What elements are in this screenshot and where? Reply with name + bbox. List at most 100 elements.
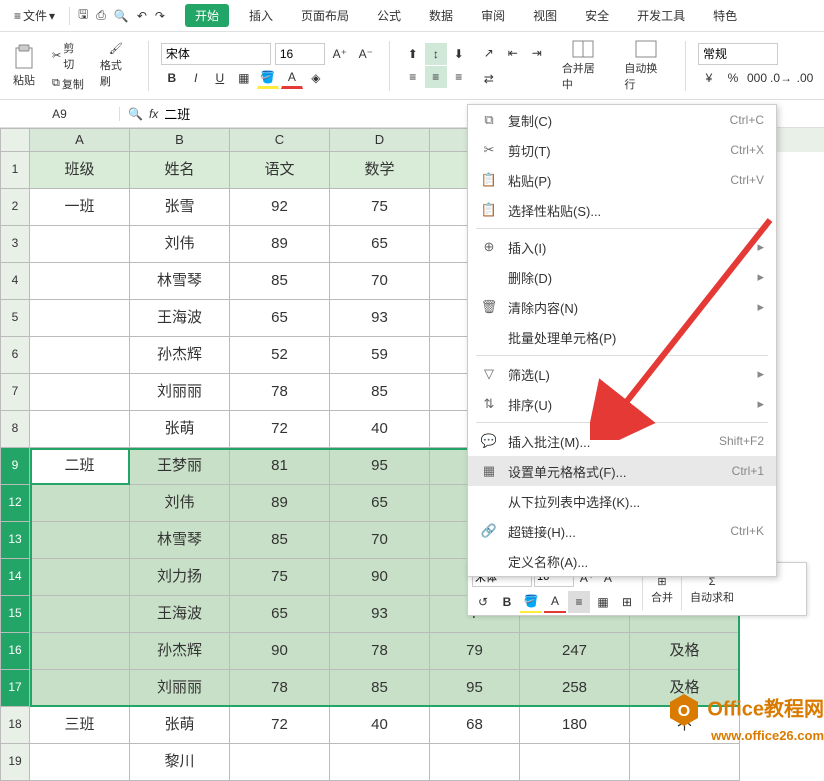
cell[interactable]: 65 xyxy=(230,596,330,633)
column-header-C[interactable]: C xyxy=(230,128,330,152)
cell[interactable]: 张雪 xyxy=(130,189,230,226)
row-header[interactable]: 19 xyxy=(0,744,30,781)
menu-item[interactable]: ▽筛选(L)▸ xyxy=(468,359,776,389)
cell[interactable]: 王海波 xyxy=(130,596,230,633)
tab-data[interactable]: 数据 xyxy=(421,3,461,28)
cell[interactable]: 刘伟 xyxy=(130,485,230,522)
cell[interactable] xyxy=(30,670,130,707)
menu-item[interactable]: 📋选择性粘贴(S)... xyxy=(468,195,776,225)
cell[interactable] xyxy=(30,226,130,263)
cell[interactable]: 258 xyxy=(520,670,630,707)
cell[interactable]: 93 xyxy=(330,596,430,633)
cell[interactable] xyxy=(230,744,330,781)
tab-view[interactable]: 视图 xyxy=(525,3,565,28)
wrap-text-button[interactable]: 自动换行 xyxy=(618,38,673,94)
cell[interactable]: 孙杰辉 xyxy=(130,633,230,670)
mini-merge-button[interactable]: ⊞ 合并 xyxy=(647,575,677,605)
cell[interactable] xyxy=(30,374,130,411)
cell[interactable] xyxy=(30,337,130,374)
cell[interactable]: 数学 xyxy=(330,152,430,189)
menu-item[interactable]: 定义名称(A)... xyxy=(468,546,776,576)
cell[interactable]: 90 xyxy=(230,633,330,670)
cell[interactable]: 孙杰辉 xyxy=(130,337,230,374)
cell[interactable]: 班级 xyxy=(30,152,130,189)
cell[interactable] xyxy=(30,300,130,337)
tab-layout[interactable]: 页面布局 xyxy=(293,3,357,28)
cell[interactable] xyxy=(30,411,130,448)
cell[interactable]: 90 xyxy=(330,559,430,596)
cell[interactable] xyxy=(30,522,130,559)
cell[interactable]: 65 xyxy=(330,226,430,263)
cell[interactable]: 语文 xyxy=(230,152,330,189)
tab-home[interactable]: 开始 xyxy=(185,4,229,27)
cell[interactable]: 及格 xyxy=(630,633,740,670)
tab-developer[interactable]: 开发工具 xyxy=(629,3,693,28)
cell[interactable]: 95 xyxy=(330,448,430,485)
cell[interactable]: 刘丽丽 xyxy=(130,670,230,707)
cell[interactable]: 85 xyxy=(330,374,430,411)
cell[interactable]: 85 xyxy=(230,263,330,300)
paste-button[interactable]: 粘贴 xyxy=(8,40,40,92)
row-header[interactable]: 2 xyxy=(0,189,30,226)
select-all-corner[interactable] xyxy=(0,128,30,152)
print-icon[interactable]: ⎙ xyxy=(96,8,106,23)
cell[interactable]: 81 xyxy=(230,448,330,485)
undo-icon[interactable]: ↶ xyxy=(137,9,147,23)
name-box[interactable]: A9 xyxy=(0,107,120,121)
align-middle-button[interactable]: ↕ xyxy=(425,43,447,65)
preview-icon[interactable]: 🔍 xyxy=(114,9,129,23)
column-header-A[interactable]: A xyxy=(30,128,130,152)
cell[interactable] xyxy=(30,744,130,781)
align-center-button[interactable]: ≡ xyxy=(425,66,447,88)
mini-reset[interactable]: ↺ xyxy=(472,591,494,613)
cell[interactable]: 78 xyxy=(230,374,330,411)
orientation-button[interactable]: ↗ xyxy=(478,42,500,64)
cell[interactable]: 黎川 xyxy=(130,744,230,781)
cell[interactable]: 张萌 xyxy=(130,411,230,448)
cell[interactable]: 姓名 xyxy=(130,152,230,189)
increase-indent-button[interactable]: ⇥ xyxy=(526,42,548,64)
cell[interactable] xyxy=(30,485,130,522)
cell[interactable]: 65 xyxy=(230,300,330,337)
cell[interactable]: 78 xyxy=(330,633,430,670)
cell[interactable]: 75 xyxy=(230,559,330,596)
fill-color-button[interactable]: 🪣 xyxy=(257,67,279,89)
row-header[interactable]: 9 xyxy=(0,448,30,485)
cell[interactable]: 三班 xyxy=(30,707,130,744)
menu-item[interactable]: ⧉复制(C)Ctrl+C xyxy=(468,105,776,135)
row-header[interactable]: 8 xyxy=(0,411,30,448)
cell[interactable]: 75 xyxy=(330,189,430,226)
cell[interactable] xyxy=(520,744,630,781)
cell[interactable]: 79 xyxy=(430,633,520,670)
menu-item[interactable]: 批量处理单元格(P) xyxy=(468,322,776,352)
align-bottom-button[interactable]: ⬇ xyxy=(448,43,470,65)
row-header[interactable]: 7 xyxy=(0,374,30,411)
menu-item[interactable]: 📋粘贴(P)Ctrl+V xyxy=(468,165,776,195)
cell[interactable]: 一班 xyxy=(30,189,130,226)
cell[interactable]: 林雪琴 xyxy=(130,263,230,300)
increase-font-button[interactable]: A⁺ xyxy=(329,43,351,65)
cell[interactable]: 70 xyxy=(330,263,430,300)
font-size-combo[interactable] xyxy=(275,43,325,65)
cell[interactable]: 王海波 xyxy=(130,300,230,337)
number-format-combo[interactable] xyxy=(698,43,778,65)
copy-button[interactable]: ⧉复制 xyxy=(48,75,88,93)
menu-item[interactable]: ▦设置单元格格式(F)...Ctrl+1 xyxy=(468,456,776,486)
mini-autosum-button[interactable]: Σ 自动求和 xyxy=(686,576,738,605)
style-button[interactable]: ◈ xyxy=(305,67,327,89)
cell[interactable] xyxy=(30,263,130,300)
cell[interactable]: 59 xyxy=(330,337,430,374)
mini-border[interactable]: ▦ xyxy=(592,591,614,613)
cell[interactable]: 68 xyxy=(430,707,520,744)
font-name-combo[interactable] xyxy=(161,43,271,65)
align-left-button[interactable]: ≡ xyxy=(402,66,424,88)
italic-button[interactable]: I xyxy=(185,67,207,89)
cell[interactable]: 刘伟 xyxy=(130,226,230,263)
cell[interactable]: 93 xyxy=(330,300,430,337)
cell[interactable] xyxy=(330,744,430,781)
cell[interactable]: 40 xyxy=(330,707,430,744)
cell[interactable]: 85 xyxy=(230,522,330,559)
cell[interactable] xyxy=(630,744,740,781)
cell[interactable]: 247 xyxy=(520,633,630,670)
cell[interactable]: 刘丽丽 xyxy=(130,374,230,411)
